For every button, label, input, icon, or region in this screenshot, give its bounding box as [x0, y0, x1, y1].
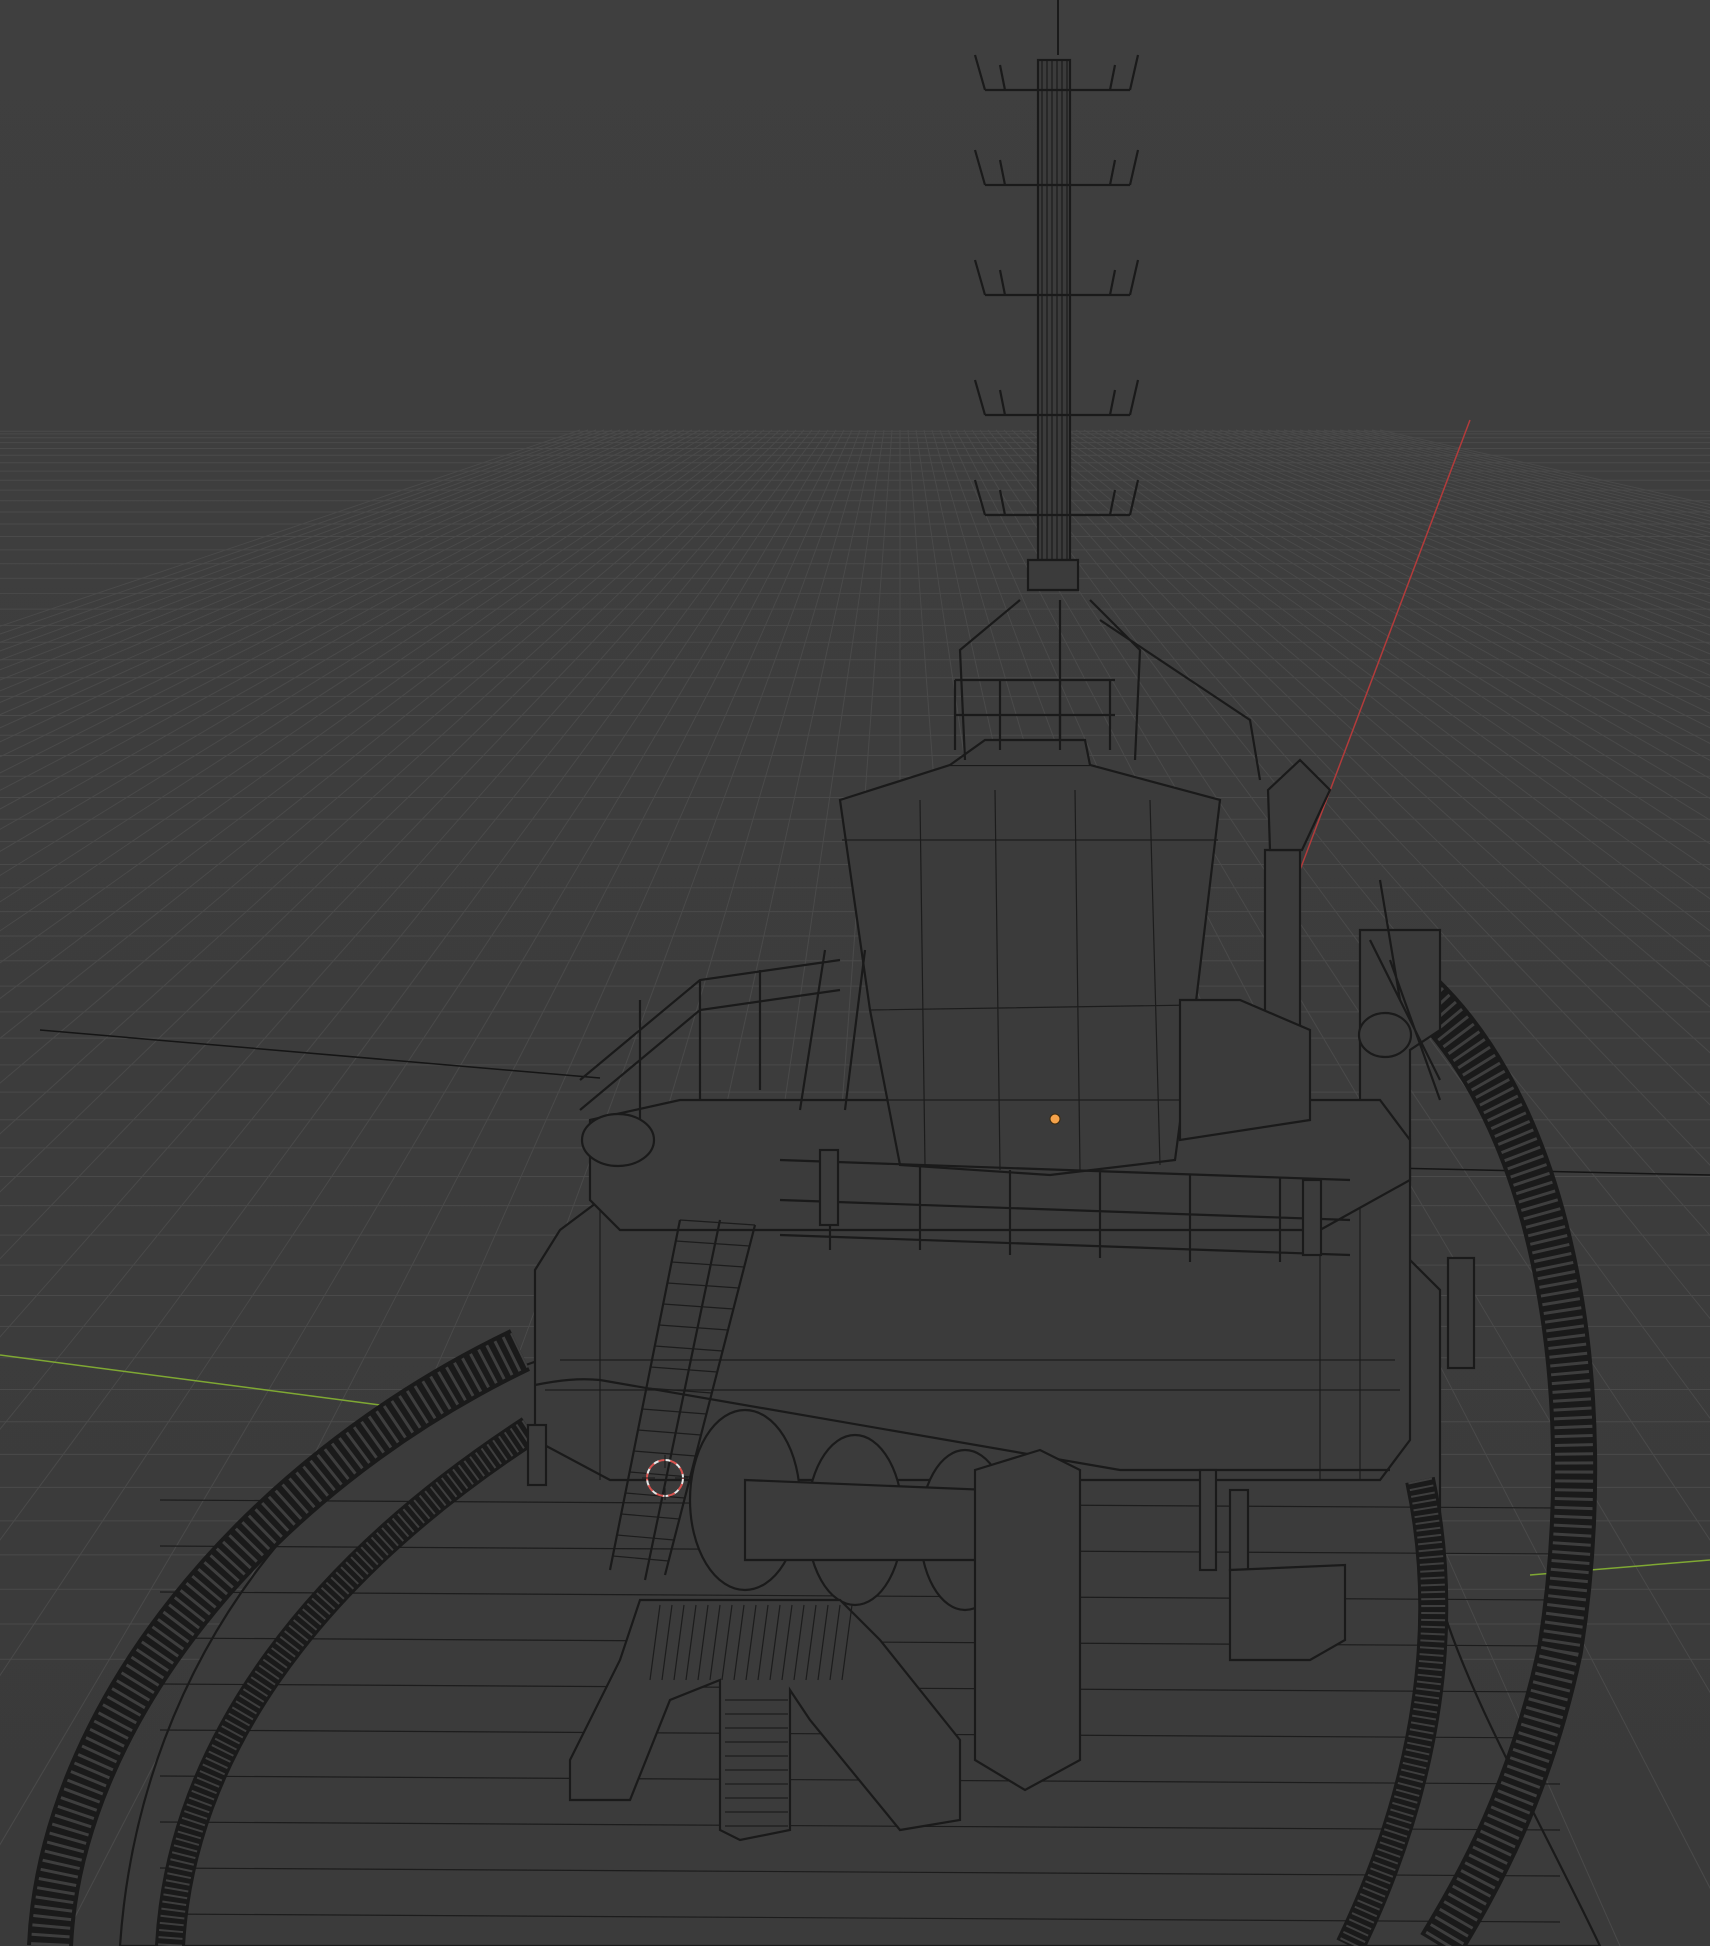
yardarm-tip [1108, 159, 1117, 186]
yardarm-tip [973, 54, 987, 91]
wheelhouse [838, 763, 1222, 1177]
yardarm-tip [973, 379, 987, 416]
life-raft-starboard [1357, 1011, 1413, 1059]
yardarm-tip [998, 159, 1007, 186]
exhaust-stack [1263, 848, 1302, 1032]
yardarm-tip [1128, 379, 1140, 416]
life-raft-port [580, 1112, 656, 1168]
yardarm-tip [1108, 269, 1117, 296]
exhaust-cap [1266, 758, 1332, 852]
bollard-1 [818, 1148, 840, 1227]
horizon-line [39, 1029, 601, 1079]
wheelhouse-ladder [798, 949, 867, 1111]
wheelhouse-roof [949, 738, 1092, 766]
wireframe-scene [0, 0, 1710, 1946]
yardarm-tip [1108, 389, 1117, 416]
mast-pole [1036, 58, 1072, 562]
yardarm-tip [973, 479, 987, 516]
yardarm-tip [1128, 149, 1140, 186]
cable-guide [1228, 1563, 1347, 1662]
y-axis-line [0, 1354, 381, 1406]
bollard-3 [526, 1423, 548, 1487]
winch-housing [973, 1448, 1082, 1792]
bollard-4 [1446, 1256, 1476, 1370]
bollard-5 [1198, 1468, 1218, 1572]
yardarm-tip [973, 259, 987, 296]
engine-housing [1178, 998, 1312, 1142]
yardarm-tip [998, 269, 1007, 296]
yardarm-tip [1128, 54, 1140, 91]
bollard-2 [1301, 1178, 1323, 1257]
yardarm-tip [998, 489, 1007, 516]
yardarm-tip [998, 64, 1007, 91]
3d-viewport[interactable] [0, 0, 1710, 1946]
mast-base [1026, 558, 1080, 592]
yardarm-tip [1128, 259, 1140, 296]
yardarm-tip [973, 149, 987, 186]
object-origin[interactable] [1049, 1113, 1061, 1125]
winch-shaft [743, 1478, 992, 1562]
yardarm-tip [1108, 64, 1117, 91]
yardarm-tip [998, 389, 1007, 416]
x-axis-line [1299, 419, 1471, 871]
bollard-6 [1228, 1488, 1250, 1572]
port-railing [579, 958, 841, 1120]
